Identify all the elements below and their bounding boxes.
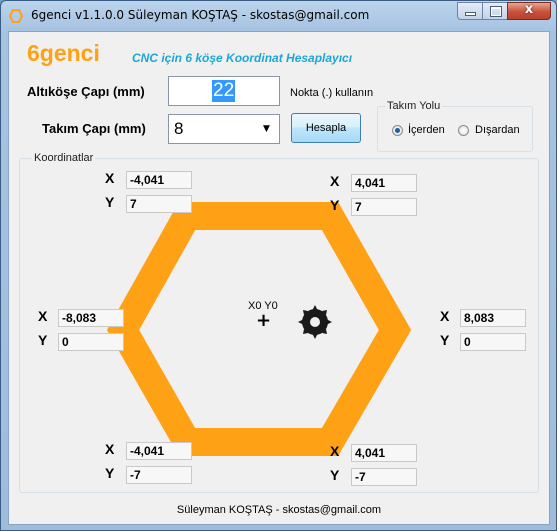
top-right-y-value: 7 [351,198,417,216]
right-y-label: Y [440,332,450,348]
bottom-left-y-label: Y [105,465,115,481]
footer-credit: Süleyman KOŞTAŞ - skostas@gmail.com [176,504,382,516]
right-y-value: 0 [460,333,526,351]
bottom-right-x-value: 4,041 [351,444,417,462]
top-left-y-value: 7 [126,195,192,213]
left-y-value: 0 [58,333,124,351]
client-area: 6genci CNC için 6 köşe Koordinat Hesapla… [8,31,550,525]
cutter-tool-icon [298,305,332,339]
right-x-value: 8,083 [460,309,526,327]
tool-diameter-select[interactable]: 8 ▼ [168,114,280,144]
bottom-left-x-value: -4,041 [126,442,192,460]
tool-path-title: Takım Yolu [385,100,443,112]
bottom-left-x-label: X [105,441,115,457]
top-right-y-label: Y [330,197,340,213]
top-left-x-value: -4,041 [126,171,192,189]
minimize-button[interactable] [457,2,483,20]
top-right-x-label: X [330,173,340,189]
brand-title: 6genci [27,40,100,66]
left-x-label: X [38,308,48,324]
bottom-right-y-value: -7 [351,468,417,486]
hex-diameter-input[interactable]: 22 [168,76,280,106]
left-x-value: -8,083 [58,309,124,327]
calculate-button[interactable]: Hesapla [291,113,361,143]
app-window: 6genci v1.1.0.0 Süleyman KOŞTAŞ - skosta… [0,0,557,531]
top-right-x-value: 4,041 [351,174,417,192]
tool-path-group: Takım Yolu İçerden Dışardan [377,100,533,152]
hexagon-app-icon [9,9,23,23]
bottom-right-y-label: Y [330,467,340,483]
app-subtitle: CNC için 6 köşe Koordinat Hesaplayıcı [132,51,353,65]
hex-diameter-value: 22 [212,80,236,102]
title-bar[interactable]: 6genci v1.1.0.0 Süleyman KOŞTAŞ - skosta… [1,1,556,31]
radio-inside[interactable] [392,125,403,136]
left-y-label: Y [38,332,48,348]
radio-inside-label[interactable]: İçerden [408,124,445,136]
close-icon: x [524,2,534,17]
window-title: 6genci v1.1.0.0 Süleyman KOŞTAŞ - skosta… [31,8,370,22]
chevron-down-icon: ▼ [263,124,270,134]
bottom-right-x-label: X [330,443,340,459]
decimal-hint: Nokta (.) kullanın [290,87,374,99]
top-left-x-label: X [105,170,115,186]
top-left-y-label: Y [105,194,115,210]
radio-outside[interactable] [458,125,469,136]
hex-diameter-label: Altıköşe Çapı (mm) [27,84,145,99]
radio-outside-label[interactable]: Dışardan [475,124,520,136]
close-button[interactable]: x [507,2,551,20]
tool-diameter-label: Takım Çapı (mm) [42,121,146,136]
right-x-label: X [440,308,450,324]
tool-diameter-value: 8 [174,119,184,138]
bottom-left-y-value: -7 [126,466,192,484]
maximize-button[interactable] [482,2,508,20]
coordinates-group: Koordinatlar X0 Y0 + X -4,041 Y 7 X 4,04… [19,152,539,493]
origin-crosshair-icon: + [256,310,272,331]
